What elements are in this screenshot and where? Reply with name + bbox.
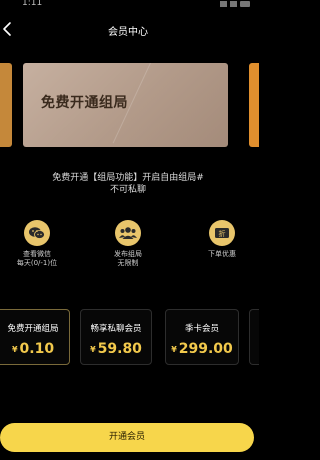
plan-title: 畅享私聊会员 — [90, 324, 142, 334]
page-title: 会员中心 — [108, 27, 148, 38]
open-membership-button[interactable]: 开通会员 — [0, 423, 254, 452]
svg-text:折: 折 — [219, 229, 226, 238]
benefit-publish-group: 发布组局 无限制 — [93, 220, 163, 268]
discount-icon: 折 — [209, 220, 235, 246]
description-line-1: 免费开通【组局功能】开启自由组局# — [52, 173, 204, 183]
banner-card[interactable]: 免费开通组局 — [23, 63, 228, 147]
currency-symbol: ¥ — [90, 345, 96, 354]
price-amount: 0.10 — [19, 341, 55, 357]
wifi-icon — [230, 1, 237, 7]
benefit-label-line-2: 无限制 — [117, 259, 139, 267]
benefit-order-discount: 折 下单优惠 — [187, 220, 257, 259]
banner-next-peek[interactable] — [249, 63, 259, 147]
signal-icon — [220, 1, 227, 7]
wechat-icon — [24, 220, 50, 246]
membership-description: 免费开通【组局功能】开启自由组局# 不可私聊 — [20, 172, 236, 196]
benefit-label-line-1: 下单优惠 — [208, 250, 236, 258]
plan-title: 季卡会员 — [184, 324, 219, 334]
plan-title: 免费开通组局 — [7, 324, 59, 334]
currency-symbol: ¥ — [11, 345, 18, 354]
navigation-bar: 会员中心 — [0, 14, 256, 44]
benefit-label-line-2: 每天(0/-1)位 — [16, 259, 58, 267]
price-amount: 59.80 — [97, 341, 142, 357]
benefit-view-wechat: 查看微信 每天(0/-1)位 — [2, 220, 72, 268]
plan-card-free-group[interactable]: 免费开通组局 ¥0.10 — [0, 309, 70, 365]
plan-price: ¥59.80 — [81, 338, 151, 357]
description-line-2: 不可私聊 — [109, 185, 146, 195]
status-time: 1:11 — [22, 0, 43, 8]
banner-prev-peek[interactable] — [0, 63, 12, 147]
group-icon — [115, 220, 141, 246]
plan-card-private-chat[interactable]: 畅享私聊会员 ¥59.80 — [80, 309, 152, 365]
plan-card-next-peek[interactable] — [249, 309, 259, 365]
price-amount: 299.00 — [178, 341, 233, 357]
status-bar: 1:11 — [0, 0, 256, 12]
benefit-label-line-1: 发布组局 — [114, 250, 142, 258]
plan-price: ¥0.10 — [0, 338, 69, 357]
benefit-label-line-1: 查看微信 — [23, 250, 51, 258]
battery-icon — [240, 1, 250, 7]
plan-card-quarterly[interactable]: 季卡会员 ¥299.00 — [165, 309, 239, 365]
banner-title: 免费开通组局 — [41, 95, 128, 111]
currency-symbol: ¥ — [171, 345, 177, 354]
plan-price: ¥299.00 — [166, 338, 238, 357]
status-icons — [220, 1, 250, 7]
